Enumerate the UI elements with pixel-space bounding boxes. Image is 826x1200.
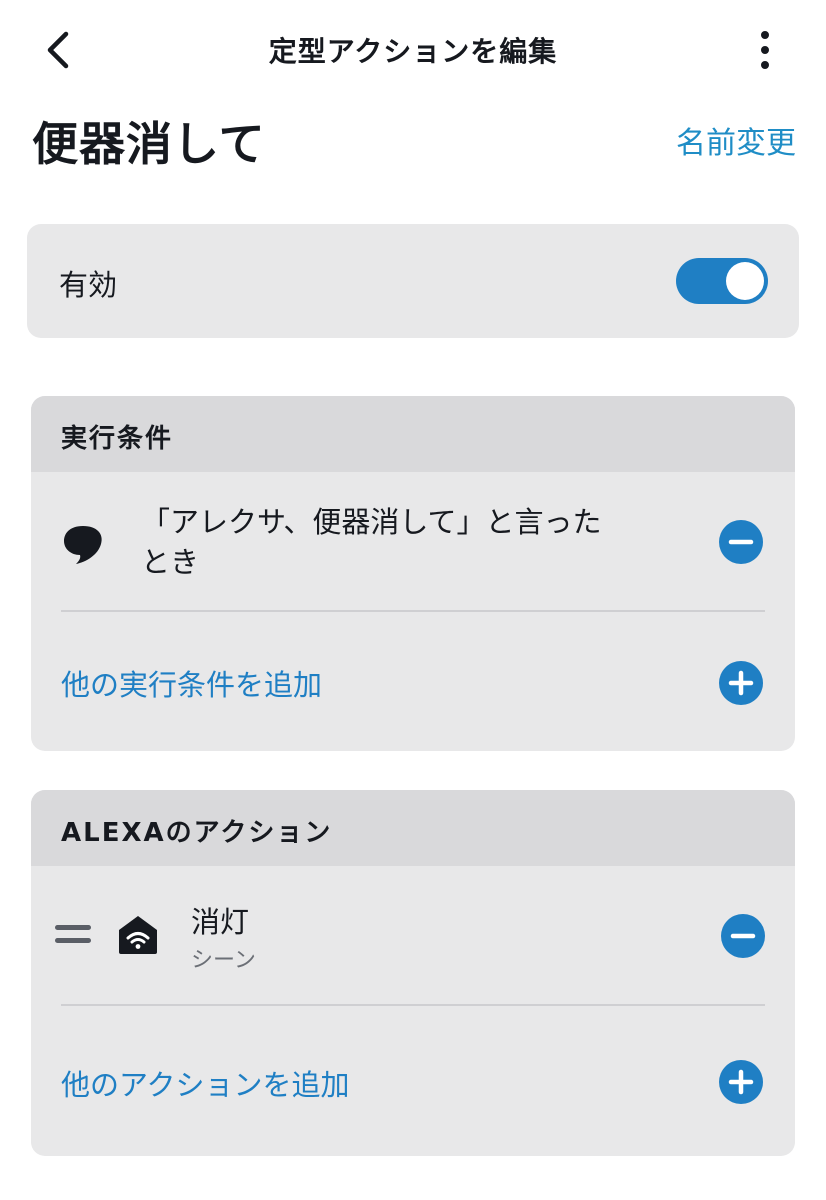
- drag-handle-icon[interactable]: [55, 922, 91, 946]
- more-options-button[interactable]: [748, 28, 782, 72]
- smart-home-icon: [119, 916, 157, 954]
- remove-trigger-button[interactable]: [719, 520, 763, 564]
- divider: [61, 1004, 765, 1006]
- trigger-card: 実行条件 「アレクサ、便器消して」と言った とき 他の実行条件を追加: [31, 396, 795, 751]
- action-title: 消灯: [191, 905, 250, 939]
- trigger-text-line2: とき: [141, 545, 200, 579]
- plus-icon: [728, 670, 754, 696]
- page-title: 定型アクションを編集: [268, 35, 558, 68]
- plus-icon: [728, 1069, 754, 1095]
- enabled-card: 有効: [27, 224, 799, 338]
- action-subtitle: シーン: [191, 948, 256, 973]
- minus-icon: [728, 539, 754, 545]
- routine-name: 便器消して: [32, 117, 266, 171]
- trigger-section-title: 実行条件: [61, 424, 174, 454]
- edit-routine-screen: 定型アクションを編集 便器消して 名前変更 有効 実行条件 「アレクサ、便器消し…: [0, 0, 826, 1200]
- divider: [61, 610, 765, 612]
- minus-icon: [730, 933, 756, 939]
- remove-action-button[interactable]: [721, 914, 765, 958]
- trigger-text-line1: 「アレクサ、便器消して」と言った: [141, 505, 602, 539]
- more-vertical-icon: [761, 31, 769, 69]
- action-section-title: ALEXAのアクション: [61, 818, 333, 848]
- add-trigger-link[interactable]: 他の実行条件を追加: [61, 662, 322, 704]
- enabled-toggle[interactable]: [676, 258, 768, 304]
- top-app-bar: 定型アクションを編集: [0, 0, 826, 100]
- add-trigger-button[interactable]: [719, 661, 763, 705]
- add-action-link[interactable]: 他のアクションを追加: [61, 1062, 350, 1104]
- action-card-header: ALEXAのアクション: [31, 790, 795, 866]
- action-card: ALEXAのアクション 消灯 シーン 他のアクションを追加: [31, 790, 795, 1156]
- toggle-knob: [726, 262, 764, 300]
- enabled-label: 有効: [59, 268, 118, 302]
- speech-bubble-icon: [64, 526, 102, 564]
- add-action-button[interactable]: [719, 1060, 763, 1104]
- trigger-card-header: 実行条件: [31, 396, 795, 472]
- rename-link[interactable]: 名前変更: [676, 118, 796, 162]
